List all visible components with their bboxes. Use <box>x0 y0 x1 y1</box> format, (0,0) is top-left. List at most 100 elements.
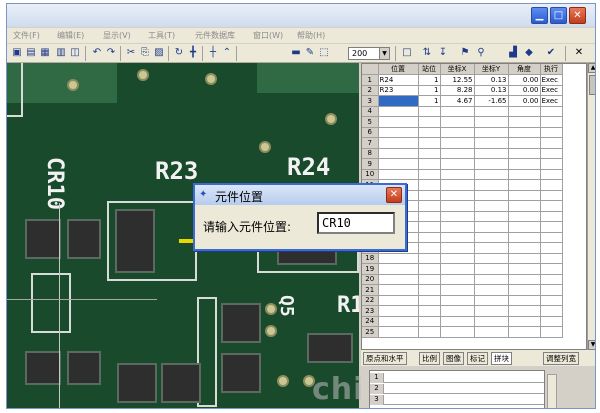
export-icon[interactable]: ▟ <box>507 47 519 59</box>
cell-exec[interactable] <box>540 284 563 296</box>
scroll-down-icon[interactable]: ▼ <box>588 340 595 350</box>
cell-exec[interactable] <box>540 316 563 327</box>
cell-station[interactable] <box>418 190 441 201</box>
cell-y[interactable] <box>474 116 509 128</box>
cell-y[interactable]: 0.13 <box>474 85 509 96</box>
cell-exec[interactable] <box>540 158 563 170</box>
flag-icon[interactable]: ⚑ <box>459 47 471 59</box>
table-row[interactable]: 19 <box>362 263 563 275</box>
origin-icon[interactable]: ┼ <box>207 47 219 59</box>
cell-station[interactable] <box>418 127 441 138</box>
chip-icon[interactable]: ▬ <box>290 47 302 59</box>
cell-y[interactable]: 0.13 <box>474 74 509 86</box>
cell-angle[interactable] <box>508 127 541 138</box>
cell-angle[interactable] <box>508 253 541 264</box>
minimize-icon[interactable]: ▁ <box>531 7 548 24</box>
cell-exec[interactable] <box>540 221 563 233</box>
table-row[interactable]: 1 R24 1 12.55 0.13 0.00 Exec <box>362 74 563 86</box>
cell-angle[interactable] <box>508 200 541 212</box>
cell-x[interactable] <box>440 106 475 117</box>
column-header[interactable]: 角度 <box>508 64 541 75</box>
cell-station[interactable] <box>418 200 441 212</box>
cell-exec[interactable] <box>540 242 563 254</box>
table-row[interactable]: 21 <box>362 284 563 296</box>
cell-y[interactable] <box>474 148 509 159</box>
cell-x[interactable] <box>440 190 475 201</box>
cell-x[interactable]: 8.28 <box>440 85 475 96</box>
cell-x[interactable]: 4.67 <box>440 95 475 107</box>
cell-y[interactable] <box>474 242 509 254</box>
checkmark-icon[interactable]: ✔ <box>545 47 557 59</box>
cell-angle[interactable] <box>508 263 541 275</box>
cell-y[interactable]: -1.65 <box>474 95 509 107</box>
cell-station[interactable] <box>418 284 441 296</box>
cell-y[interactable] <box>474 305 509 317</box>
cell-x[interactable] <box>440 158 475 170</box>
close-icon[interactable]: ✕ <box>386 187 402 203</box>
cell-angle[interactable] <box>508 211 541 222</box>
redo-icon[interactable]: ↷ <box>105 47 117 59</box>
cell-angle[interactable] <box>508 326 541 338</box>
cell-exec[interactable] <box>540 274 563 285</box>
cell-angle[interactable] <box>508 284 541 296</box>
select-icon[interactable]: ⬚ <box>318 47 330 59</box>
cell-angle[interactable] <box>508 190 541 201</box>
cell-station[interactable] <box>418 316 441 327</box>
menu-file[interactable]: 文件(F) <box>13 30 40 41</box>
open-icon[interactable]: ▣ <box>11 47 23 59</box>
cell-position[interactable] <box>378 263 419 275</box>
cell-x[interactable] <box>440 263 475 275</box>
cell-y[interactable] <box>474 190 509 201</box>
cell-angle[interactable] <box>508 116 541 128</box>
cell-position[interactable] <box>378 253 419 264</box>
cell-position[interactable] <box>378 284 419 296</box>
cell-y[interactable] <box>474 106 509 117</box>
cell-position[interactable] <box>378 106 419 117</box>
table-row[interactable]: 6 <box>362 127 563 138</box>
cell-x[interactable] <box>440 305 475 317</box>
cell-station[interactable] <box>418 179 441 191</box>
menu-component-db[interactable]: 元件数据库 <box>195 30 235 41</box>
cell-position[interactable] <box>378 158 419 170</box>
cell-angle[interactable]: 0.00 <box>508 85 541 96</box>
table-row[interactable]: 4 <box>362 106 563 117</box>
cell-exec[interactable] <box>540 232 563 243</box>
cell-station[interactable]: 1 <box>418 85 441 96</box>
cell-position[interactable]: R24 <box>378 74 419 86</box>
cell-y[interactable] <box>474 200 509 212</box>
cell-exec[interactable]: Exec <box>540 95 563 107</box>
adjust-column-width-button[interactable]: 调整列宽 <box>543 352 579 365</box>
save-icon[interactable]: ▤ <box>25 47 37 59</box>
cell-station[interactable] <box>418 106 441 117</box>
cell-station[interactable] <box>418 295 441 306</box>
table-row[interactable]: 22 <box>362 295 563 306</box>
cell-y[interactable] <box>474 127 509 138</box>
tab-image[interactable]: 图像 <box>443 352 464 365</box>
cell-exec[interactable] <box>540 211 563 222</box>
cell-position[interactable] <box>378 326 419 338</box>
cell-x[interactable]: 12.55 <box>440 74 475 86</box>
print-icon[interactable]: ▥ <box>55 47 67 59</box>
cut-icon[interactable]: ✂ <box>125 47 137 59</box>
cell-x[interactable] <box>440 127 475 138</box>
paste-icon[interactable]: ▨ <box>153 47 165 59</box>
table-row[interactable]: 8 <box>362 148 563 159</box>
column-header[interactable]: 坐标X <box>440 64 475 75</box>
cell-y[interactable] <box>474 326 509 338</box>
chevron-down-icon[interactable]: ▼ <box>379 48 389 59</box>
cell-x[interactable] <box>440 116 475 128</box>
cell-angle[interactable] <box>508 169 541 180</box>
crosshair-icon[interactable]: ╋ <box>187 47 199 59</box>
cell-x[interactable] <box>440 284 475 296</box>
probe-icon[interactable]: ⌃ <box>221 47 233 59</box>
table-row[interactable]: 9 <box>362 158 563 170</box>
menu-window[interactable]: 窗口(W) <box>253 30 283 41</box>
tab-origin-level[interactable]: 原点和水平 <box>363 352 407 365</box>
cell-position[interactable] <box>378 295 419 306</box>
cell-exec[interactable] <box>540 253 563 264</box>
cell-exec[interactable] <box>540 148 563 159</box>
tab-panel[interactable]: 拼块 <box>491 352 512 365</box>
copy-icon[interactable]: ⎘ <box>139 47 151 59</box>
cell-x[interactable] <box>440 326 475 338</box>
cell-exec[interactable] <box>540 200 563 212</box>
